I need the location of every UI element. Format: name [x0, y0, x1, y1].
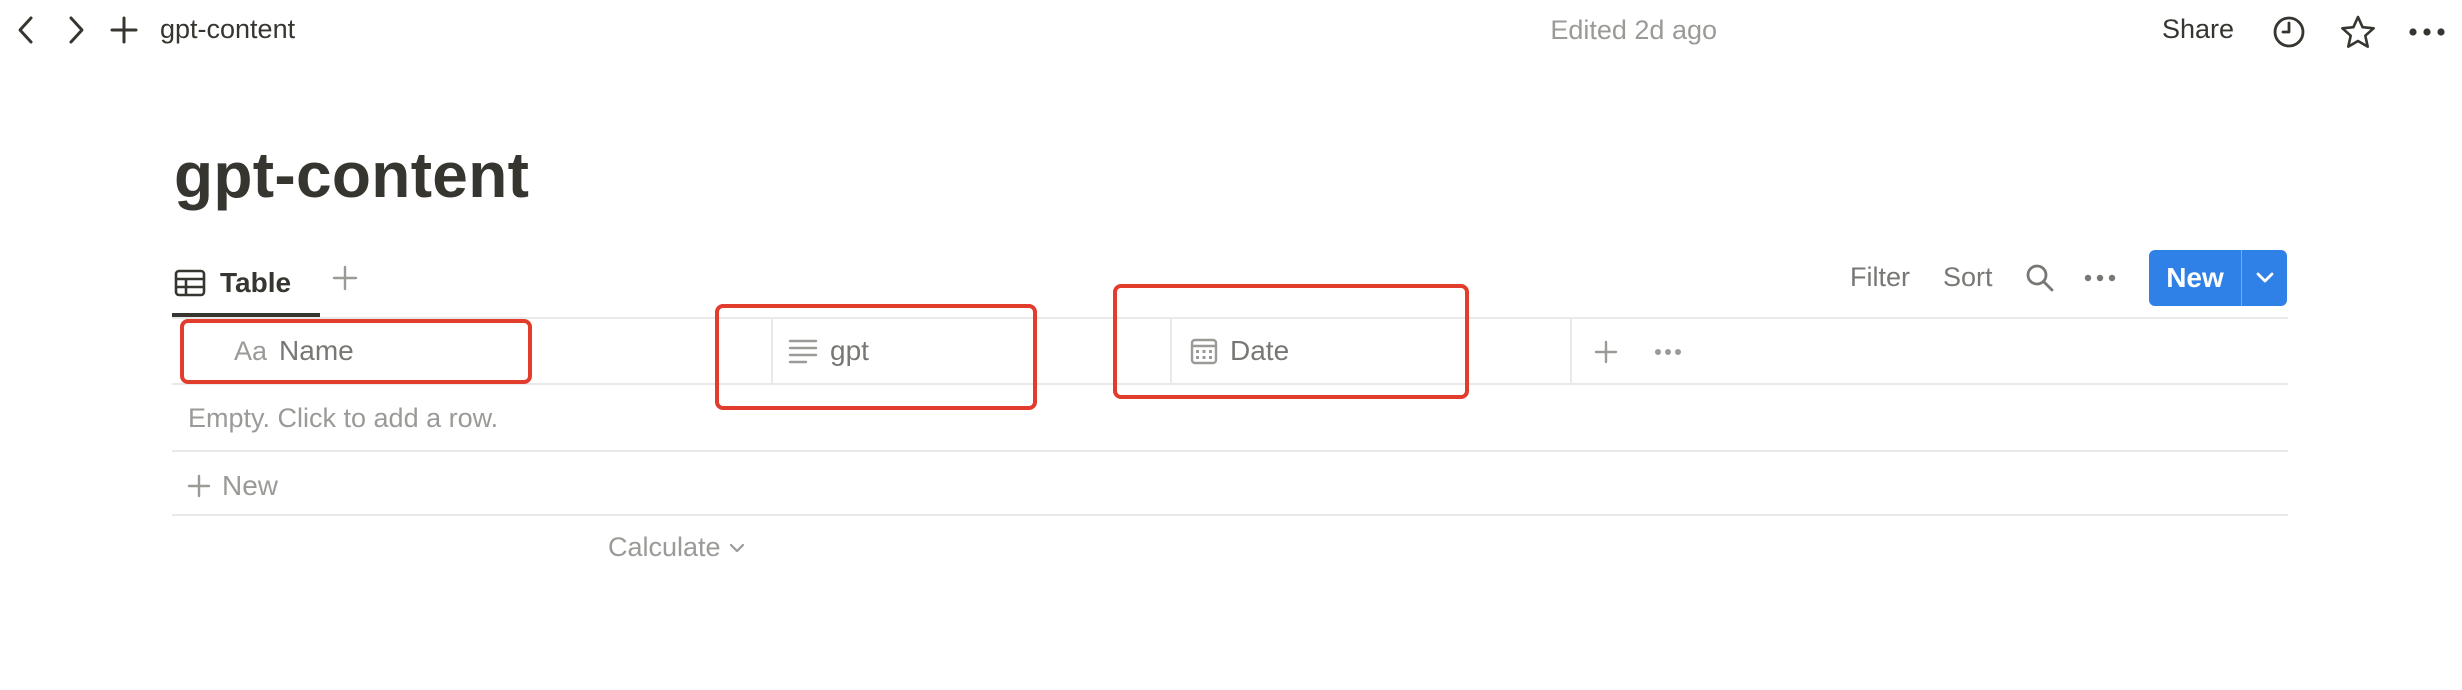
new-options-dropdown[interactable]: [2242, 250, 2287, 306]
column-header-gpt[interactable]: gpt: [788, 318, 869, 384]
tab-table-label: Table: [220, 267, 292, 298]
share-button[interactable]: Share: [2162, 14, 2234, 45]
search-icon: [2025, 263, 2055, 293]
back-button[interactable]: [6, 10, 46, 50]
clock-icon: [2272, 15, 2306, 49]
table-more-button[interactable]: [1648, 332, 1688, 372]
plus-icon: [1593, 339, 1619, 365]
plus-icon: [186, 473, 212, 499]
forward-arrow-icon: [65, 15, 87, 45]
text-lines-icon: [788, 337, 818, 365]
edited-timestamp: Edited 2d ago: [1550, 15, 1717, 45]
plus-icon: [109, 15, 139, 45]
column-header-date[interactable]: Date: [1190, 318, 1289, 384]
more-horizontal-icon: [2084, 274, 2116, 282]
filter-button[interactable]: Filter: [1850, 262, 1910, 293]
chevron-down-icon: [2256, 272, 2274, 284]
annotation-box-name: [180, 319, 532, 384]
sort-button[interactable]: Sort: [1943, 262, 1993, 293]
empty-table-message[interactable]: Empty. Click to add a row.: [188, 403, 498, 434]
new-page-button[interactable]: [104, 10, 144, 50]
add-row-label: New: [222, 470, 279, 501]
calendar-icon: [1190, 337, 1218, 365]
view-more-button[interactable]: [2078, 256, 2122, 300]
add-row-button[interactable]: New: [186, 466, 278, 506]
new-record-button-group: New: [2149, 250, 2287, 306]
plus-icon: [331, 264, 359, 292]
page-more-button[interactable]: [2405, 10, 2449, 54]
new-row-border: [172, 514, 2288, 516]
column-divider: [1170, 318, 1172, 384]
top-bar: gpt-content Edited 2d ago Share: [0, 0, 2462, 62]
more-horizontal-icon: [2408, 27, 2446, 37]
column-divider: [771, 318, 773, 384]
column-header-name[interactable]: Aa Name: [234, 318, 354, 384]
page-title[interactable]: gpt-content: [174, 138, 529, 212]
add-view-button[interactable]: [325, 258, 365, 298]
forward-button[interactable]: [56, 10, 96, 50]
table-icon: [174, 269, 206, 297]
empty-row-border: [172, 450, 2288, 452]
title-property-icon: Aa: [234, 335, 268, 366]
calculate-label: Calculate: [608, 532, 721, 562]
back-arrow-icon: [15, 15, 37, 45]
breadcrumb[interactable]: gpt-content: [160, 14, 295, 45]
annotation-box-gpt: [715, 304, 1037, 410]
tab-table[interactable]: Table: [174, 252, 291, 314]
column-header-label: Date: [1230, 335, 1290, 366]
column-header-label: gpt: [830, 335, 869, 366]
star-icon: [2339, 14, 2377, 50]
favorite-button[interactable]: [2336, 10, 2380, 54]
calculate-button[interactable]: Calculate: [608, 532, 745, 563]
search-button[interactable]: [2018, 256, 2062, 300]
new-record-button[interactable]: New: [2149, 250, 2241, 306]
chevron-down-icon: [729, 543, 745, 553]
column-divider: [1570, 318, 1572, 384]
more-horizontal-icon: [1654, 348, 1682, 356]
updates-button[interactable]: [2267, 10, 2311, 54]
column-header-label: Name: [279, 335, 354, 366]
annotation-box-date: [1113, 284, 1469, 399]
add-property-button[interactable]: [1586, 332, 1626, 372]
